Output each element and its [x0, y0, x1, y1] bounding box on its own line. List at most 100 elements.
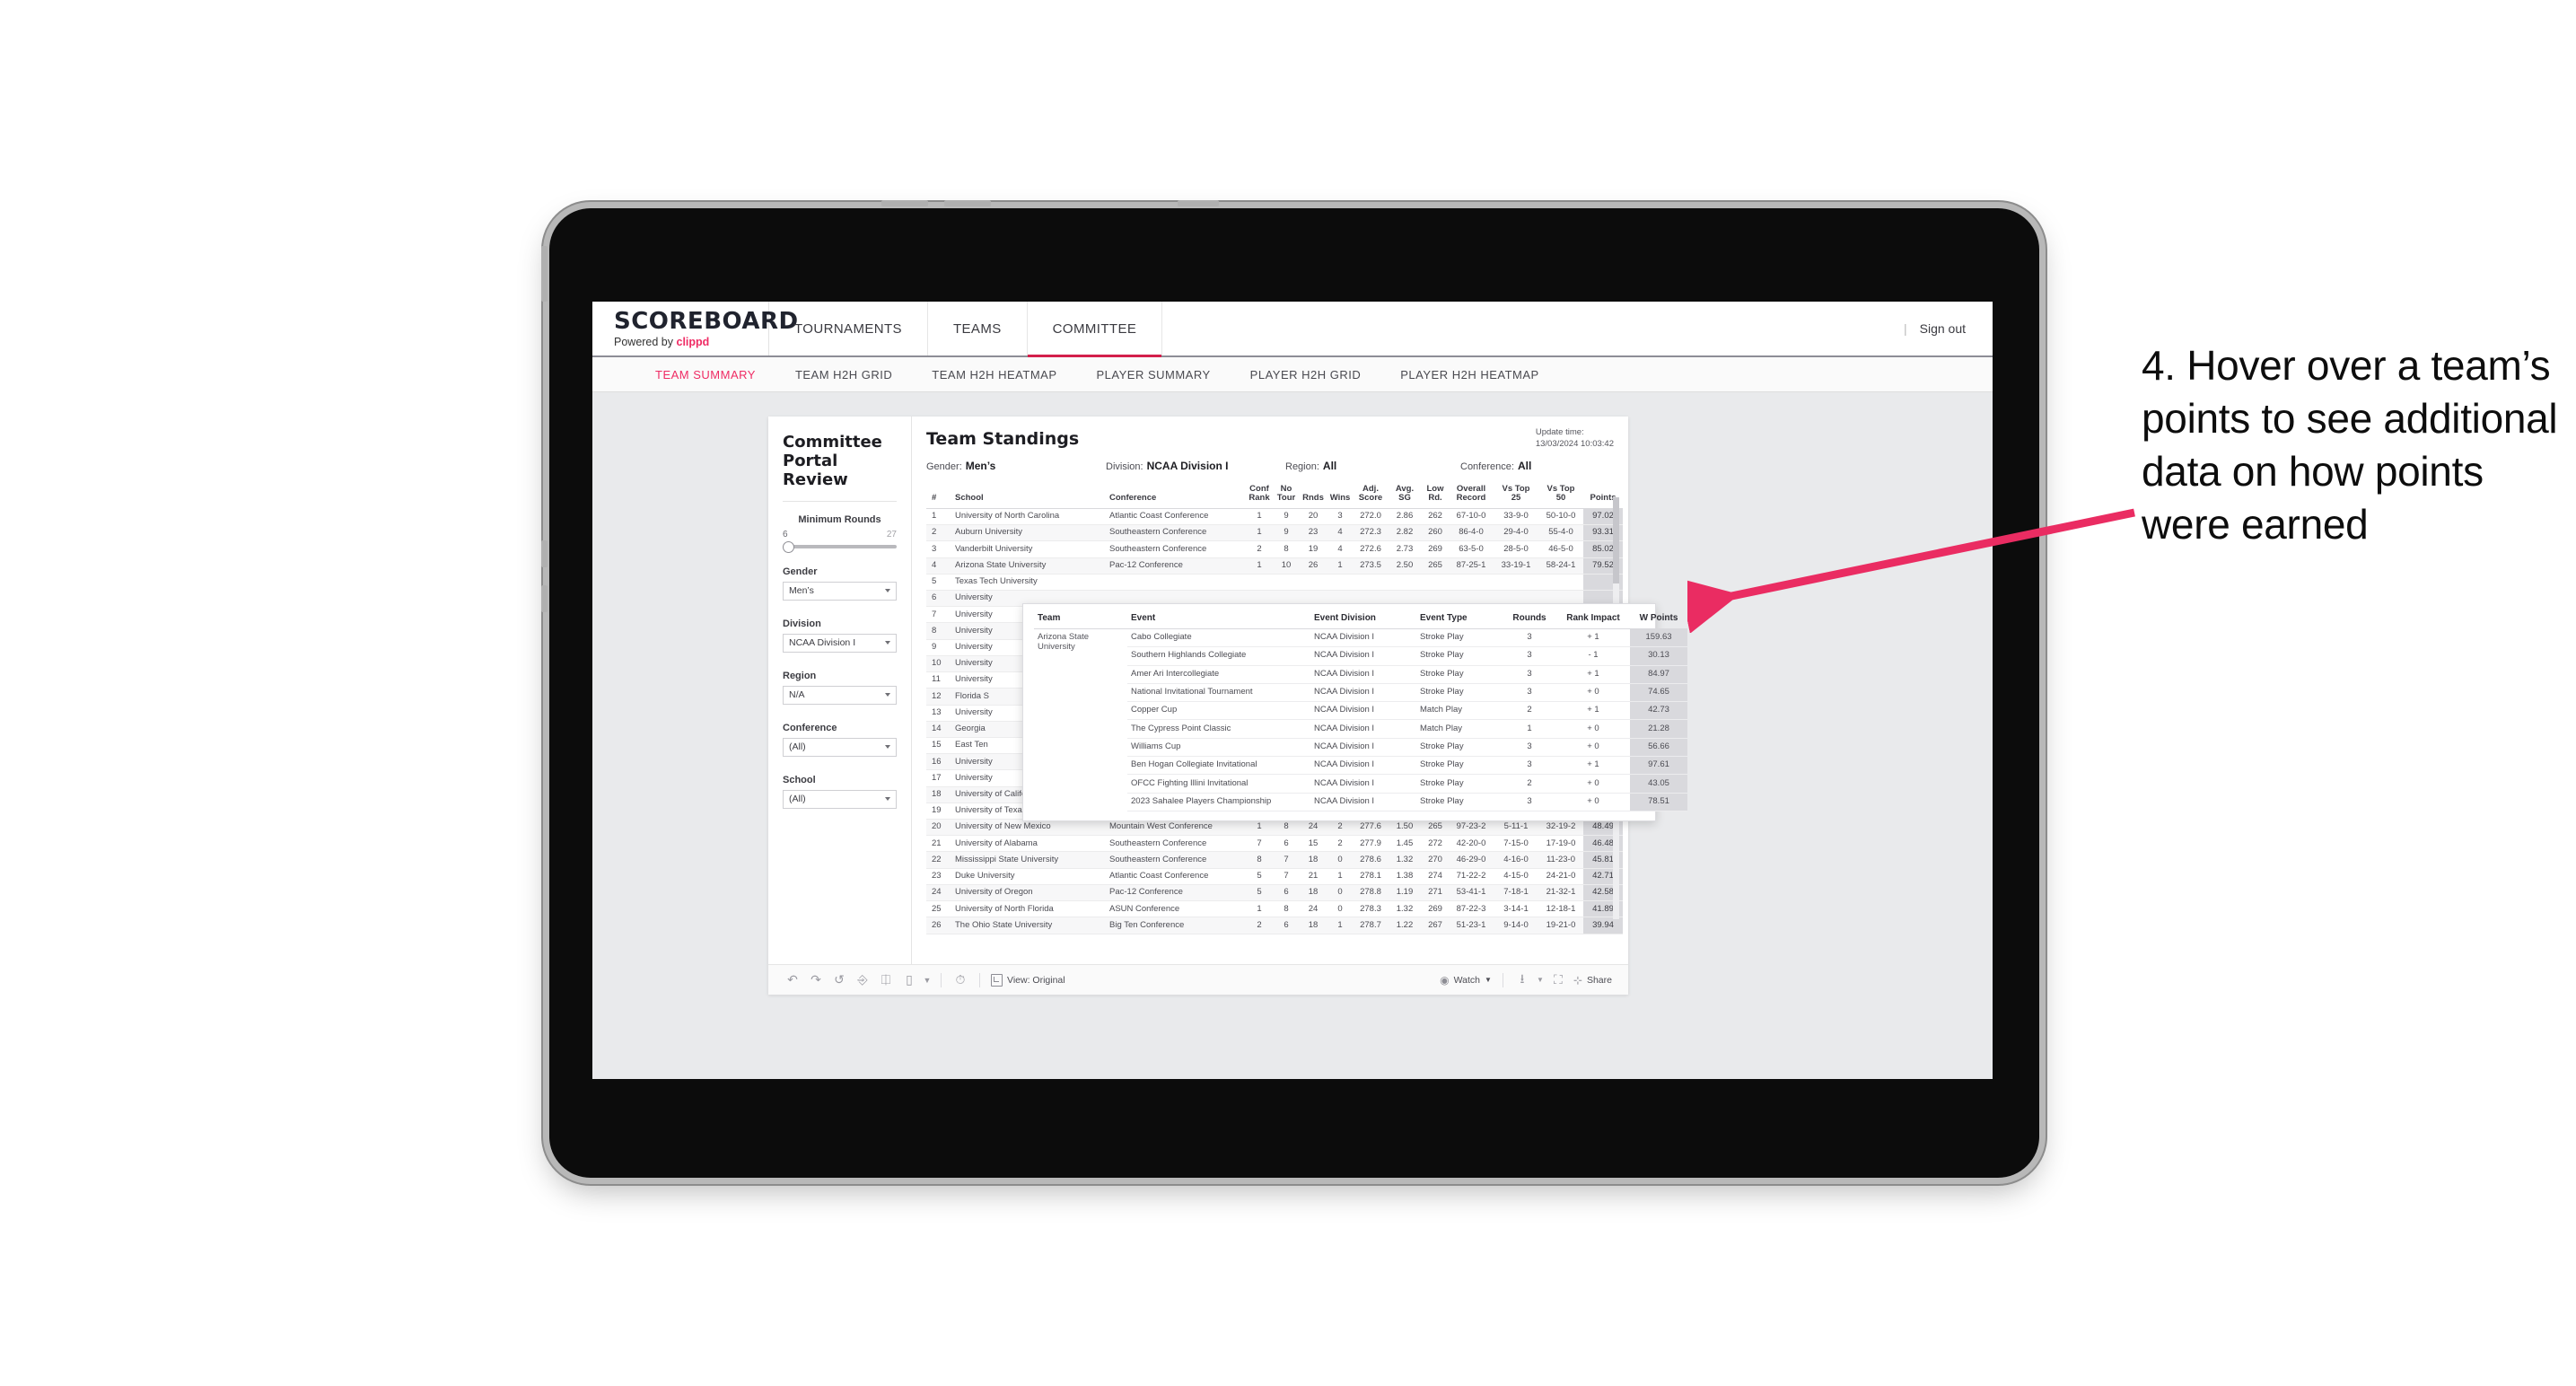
table-row[interactable]: 21 University of Alabama Southeastern Conf… — [926, 835, 1623, 853]
view-original-button[interactable]: View: Original — [987, 973, 1069, 987]
cell-vs25: 28-5-0 — [1494, 540, 1538, 558]
col-no-tour[interactable]: No Tour — [1273, 483, 1300, 509]
fullscreen-icon[interactable]: ⛶ — [1546, 972, 1570, 987]
refresh-data-icon[interactable]: ⎆ — [851, 972, 874, 987]
meta-gender-value: Men’s — [965, 460, 996, 472]
tab-team-h2h-heatmap[interactable]: TEAM H2H HEATMAP — [912, 368, 1076, 382]
col-rank[interactable]: # — [926, 483, 953, 509]
watch-button[interactable]: ◉ Watch ▼ — [1436, 974, 1495, 987]
table-row[interactable]: 24 University of Oregon Pac-12 Conference 5… — [926, 884, 1623, 902]
chevron-down-icon[interactable]: ▼ — [921, 976, 933, 985]
cell-vs25: 33-9-0 — [1494, 508, 1538, 526]
cell-points[interactable]: 39.94 — [1583, 917, 1623, 934]
table-row[interactable]: 23 Duke University Atlantic Coast Conferen… — [926, 868, 1623, 885]
table-row[interactable]: 22 Mississippi State University Southeaste… — [926, 851, 1623, 869]
table-row[interactable]: 26 The Ohio State University Big Ten Confe… — [926, 917, 1623, 934]
minimum-rounds-slider-handle[interactable] — [783, 540, 794, 553]
tooltip-cell-event: Ben Hogan Collegiate Invitational — [1127, 756, 1310, 776]
region-select[interactable]: N/A — [783, 685, 897, 705]
tab-team-h2h-grid[interactable]: TEAM H2H GRID — [775, 368, 912, 382]
tab-team-summary[interactable]: TEAM SUMMARY — [635, 368, 775, 382]
page-title: Team Standings — [926, 429, 1080, 449]
cell-adj_score: 278.8 — [1354, 884, 1388, 902]
cell-rank: 3 — [926, 540, 953, 558]
brand-logo[interactable]: SCOREBOARD Powered by clippd — [592, 302, 799, 355]
col-rnds[interactable]: Rnds — [1300, 483, 1327, 509]
col-overall-record[interactable]: Overall Record — [1449, 483, 1494, 509]
col-avg-sg[interactable]: Avg. SG — [1388, 483, 1422, 509]
nav-item-committee[interactable]: COMMITTEE — [1027, 302, 1163, 357]
account-area: | Sign out — [1904, 302, 1993, 355]
brand-name: SCOREBOARD — [614, 307, 799, 335]
col-conf-rank[interactable]: Conf Rank — [1246, 483, 1273, 509]
tooltip-cell-impact: + 0 — [1556, 774, 1630, 794]
cell-conference — [1108, 574, 1246, 591]
nav-item-teams[interactable]: TEAMS — [928, 302, 1028, 355]
tooltip-cell-division: NCAA Division I — [1310, 646, 1416, 666]
tooltip-cell-rounds: 3 — [1503, 793, 1556, 811]
cell-low_rd: 271 — [1422, 884, 1449, 902]
view-original-label: View: Original — [1007, 974, 1065, 986]
cell-vs25: 7-15-0 — [1494, 835, 1538, 853]
cell-school: University of North Florida — [953, 900, 1108, 918]
revert-icon[interactable]: ↺ — [828, 972, 851, 987]
sign-out-link[interactable]: Sign out — [1920, 321, 1966, 336]
tooltip-cell-impact: + 1 — [1556, 628, 1630, 648]
cell-rank: 11 — [926, 671, 953, 689]
col-low-rd[interactable]: Low Rd. — [1422, 483, 1449, 509]
device-layout-icon[interactable]: ▯ — [898, 972, 921, 987]
col-school[interactable]: School — [953, 483, 1108, 509]
nav-item-tournaments[interactable]: TOURNAMENTS — [769, 302, 928, 355]
cell-vs25: 33-19-1 — [1494, 557, 1538, 575]
update-time-label: Update time: — [1535, 427, 1584, 437]
pause-updates-icon[interactable]: ⎅ — [874, 972, 898, 987]
standings-scrollbar-thumb[interactable] — [1613, 497, 1619, 583]
school-select[interactable]: (All) — [783, 789, 897, 809]
table-row[interactable]: 25 University of North Florida ASUN Confer… — [926, 900, 1623, 918]
points-breakdown-body: Arizona State University Cabo Collegiate N… — [1034, 628, 1687, 811]
cell-rnds: 23 — [1300, 524, 1327, 542]
redo-icon[interactable]: ↷ — [804, 972, 828, 987]
cell-adj_score — [1354, 574, 1388, 591]
cell-school: Texas Tech University — [953, 574, 1108, 591]
history-clock-icon[interactable]: ⏱ — [949, 972, 972, 987]
col-conference[interactable]: Conference — [1108, 483, 1246, 509]
col-wins[interactable]: Wins — [1327, 483, 1354, 509]
division-select[interactable]: NCAA Division I — [783, 633, 897, 653]
cell-vs50: 24-21-0 — [1538, 868, 1583, 885]
col-vs-top-25[interactable]: Vs Top 25 — [1494, 483, 1538, 509]
tab-player-summary[interactable]: PLAYER SUMMARY — [1077, 368, 1231, 382]
download-icon[interactable]: ⭳ — [1511, 969, 1534, 991]
toolbar-divider-2 — [979, 972, 980, 987]
gender-label: Gender — [783, 566, 818, 577]
table-row[interactable]: 4 Arizona State University Pac-12 Conferen… — [926, 557, 1623, 575]
table-row[interactable]: 2 Auburn University Southeastern Conferenc… — [926, 524, 1623, 542]
tooltip-cell-type: Stroke Play — [1416, 646, 1503, 666]
minimum-rounds-slider[interactable] — [783, 540, 897, 553]
undo-icon[interactable]: ↶ — [781, 972, 804, 987]
minimum-rounds-min: 6 — [783, 529, 788, 539]
table-row[interactable]: 20 University of New Mexico Mountain West … — [926, 819, 1623, 837]
tooltip-cell-wpoints: 56.66 — [1630, 738, 1687, 758]
filter-panel-title: Committee Portal Review — [783, 433, 897, 490]
cell-rank: 8 — [926, 622, 953, 640]
tooltip-cell-division: NCAA Division I — [1310, 683, 1416, 703]
dashboard-body: Committee Portal Review Minimum Rounds 6… — [768, 417, 1687, 964]
col-adj-score[interactable]: Adj. Score — [1354, 483, 1388, 509]
share-button[interactable]: ⊹ Share — [1570, 974, 1616, 987]
table-row[interactable]: 5 Texas Tech University — [926, 574, 1623, 591]
conference-select[interactable]: (All) — [783, 737, 897, 757]
cell-wins: 1 — [1327, 868, 1354, 885]
gender-select[interactable]: Men’s — [783, 581, 897, 601]
table-row[interactable]: 3 Vanderbilt University Southeastern Confe… — [926, 540, 1623, 558]
tt-col-rounds: Rounds — [1503, 613, 1556, 629]
tt-col-event: Event — [1127, 613, 1310, 629]
meta-gender: Gender: Men’s — [926, 460, 1106, 472]
tab-player-h2h-grid[interactable]: PLAYER H2H GRID — [1231, 368, 1381, 382]
chevron-down-icon[interactable]: ▼ — [1534, 976, 1546, 984]
col-vs-top-50[interactable]: Vs Top 50 — [1538, 483, 1583, 509]
tab-player-h2h-heatmap[interactable]: PLAYER H2H HEATMAP — [1380, 368, 1558, 382]
cell-rnds: 18 — [1300, 851, 1327, 869]
tooltip-row: National Invitational Tournament NCAA Div… — [1034, 683, 1687, 703]
table-row[interactable]: 1 University of North Carolina Atlantic Co… — [926, 508, 1623, 526]
